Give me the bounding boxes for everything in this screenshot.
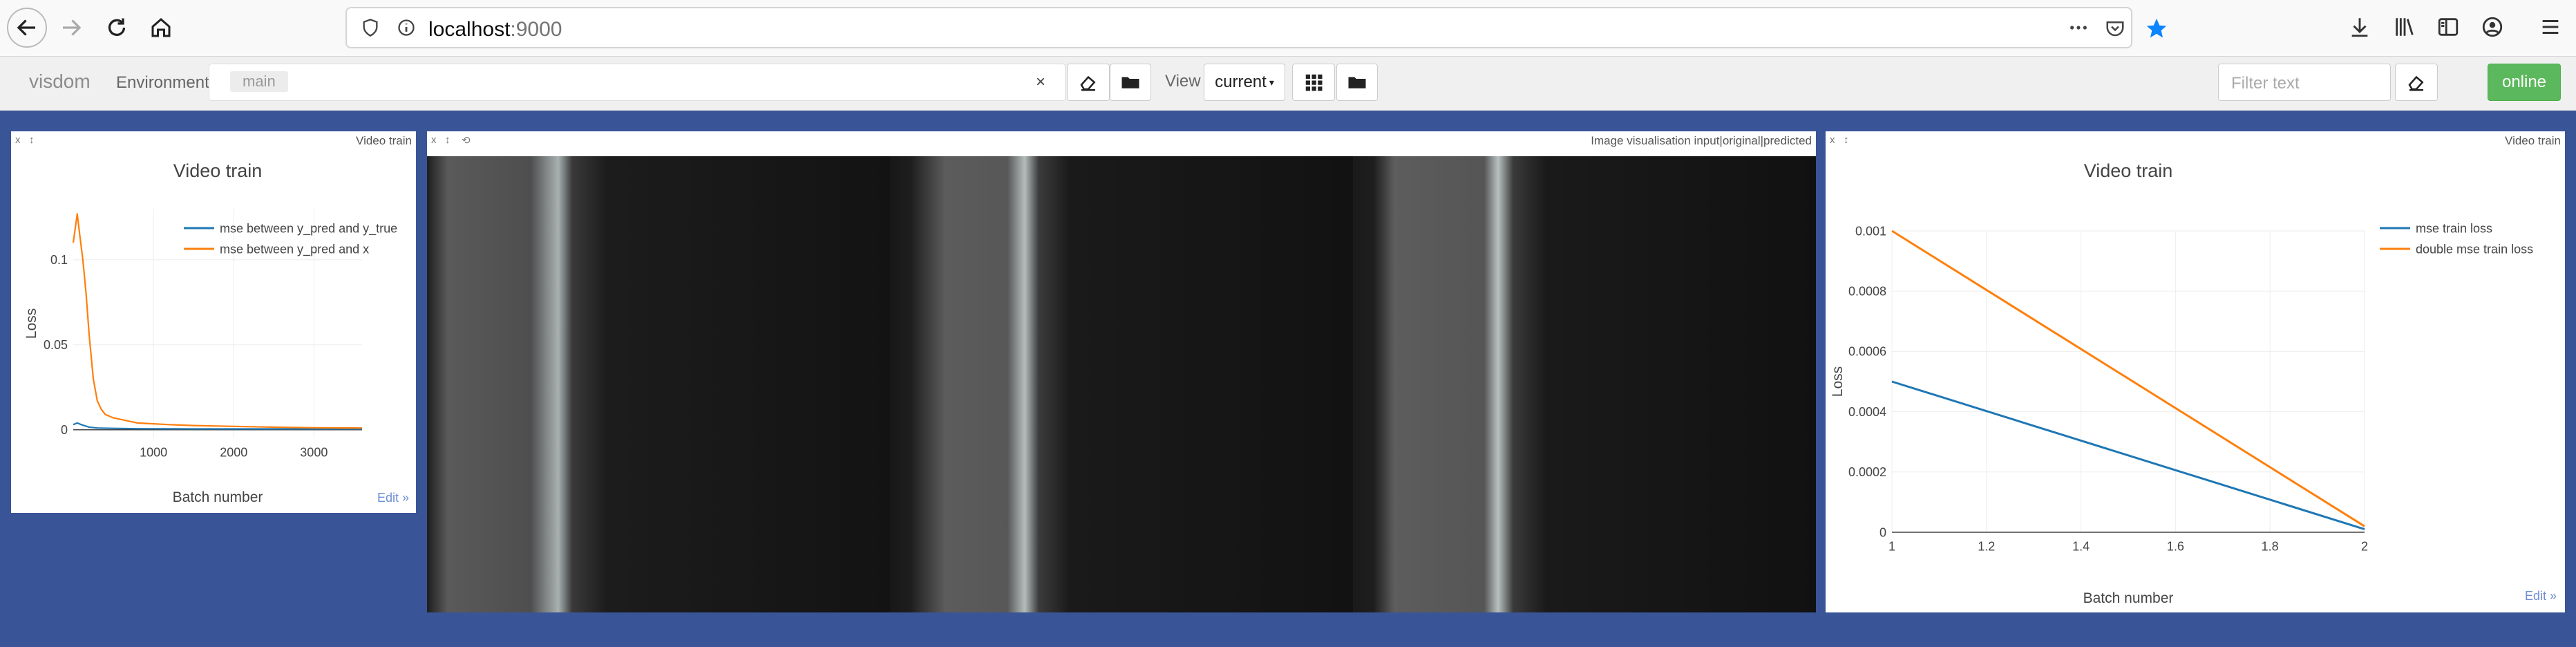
pane-reset-button[interactable]: ⟲: [462, 134, 471, 147]
pane-video-train-1: x ↕ Video train Video train 1000 2000 3000 0…: [11, 131, 416, 513]
environment-clear-button[interactable]: ×: [1036, 73, 1045, 92]
menu-icon[interactable]: [2539, 15, 2562, 39]
shield-icon[interactable]: [361, 18, 380, 37]
x-tick-label: 2: [2361, 540, 2368, 554]
caret-down-icon: ▾: [1269, 76, 1274, 88]
clear-env-button[interactable]: [1067, 64, 1110, 101]
x-tick-label: 1.6: [2167, 540, 2184, 554]
star-icon[interactable]: [2145, 17, 2168, 40]
legend-entry: mse between y_pred and y_true: [220, 221, 397, 236]
url-port: :9000: [510, 18, 562, 41]
x-tick-label: 1000: [140, 446, 167, 460]
filter-text-input[interactable]: Filter text: [2218, 64, 2391, 101]
pane-drag-handle[interactable]: ↕: [445, 134, 451, 146]
x-tick-label: 1.2: [1978, 540, 1995, 554]
pane-video-train-2: x ↕ Video train Video train 1 1.2 1.4 1.6 1.8…: [1826, 131, 2565, 612]
environment-select[interactable]: main ×: [209, 64, 1066, 101]
environment-label: Environment: [116, 73, 209, 92]
edit-link[interactable]: Edit »: [377, 491, 409, 505]
eraser-icon: [1080, 75, 1096, 91]
y-tick-label: 0.05: [44, 338, 68, 352]
grid-icon: [1305, 74, 1323, 91]
url-bar[interactable]: localhost:9000: [345, 7, 2167, 48]
info-icon[interactable]: [397, 18, 416, 37]
y-tick-label: 0.0006: [1848, 345, 1886, 359]
url-host: localhost: [428, 18, 511, 41]
repack-button[interactable]: [1292, 64, 1335, 101]
y-tick-label: 0: [61, 423, 68, 437]
visdom-brand: visdom: [29, 71, 91, 92]
y-tick-label: 0.0008: [1848, 285, 1886, 299]
series-line-1: [1891, 380, 2365, 531]
chart-title: Video train: [2084, 160, 2173, 181]
chart-title: Video train: [173, 160, 263, 181]
y-axis-label: Loss: [1830, 366, 1846, 397]
home-icon: [151, 18, 171, 37]
reload-icon: [108, 18, 126, 36]
manage-env-button[interactable]: [1110, 64, 1151, 101]
y-tick-label: 0.001: [1855, 224, 1886, 238]
library-icon[interactable]: [2392, 15, 2417, 39]
chart-video-train-2[interactable]: Video train 1 1.2 1.4 1.6 1.8 2 0 0.0002 0.0004 0.…: [1826, 131, 2565, 612]
x-axis-label: Batch number: [173, 489, 263, 505]
image-input: [427, 156, 890, 612]
series-line-2: [1891, 229, 2365, 527]
legend-entry: mse train loss: [2416, 221, 2492, 235]
forward-button[interactable]: [51, 8, 91, 48]
view-label: View: [1165, 72, 1201, 91]
chart-video-train-1[interactable]: Video train 1000 2000 3000 0 0.05 0.1 Batch num…: [11, 131, 416, 513]
more-icon[interactable]: [2067, 18, 2090, 37]
forward-arrow-icon: [63, 19, 82, 36]
folder-icon: [1121, 77, 1139, 88]
reload-button[interactable]: [97, 8, 137, 48]
x-tick-label: 3000: [300, 446, 328, 460]
y-tick-label: 0.0002: [1848, 465, 1886, 479]
folder-icon: [1348, 77, 1366, 88]
y-axis-label: Loss: [23, 308, 39, 339]
legend-entry: mse between y_pred and x: [220, 242, 369, 256]
pane-header[interactable]: x ↕ ⟲ Image visualisation input|original…: [427, 131, 1816, 152]
pane-image-visualisation: x ↕ ⟲ Image visualisation input|original…: [427, 131, 1816, 612]
url-text: localhost:9000: [428, 18, 562, 41]
online-status-button[interactable]: online: [2488, 64, 2561, 101]
clear-filter-button[interactable]: [2395, 64, 2438, 101]
x-tick-label: 2000: [220, 446, 247, 460]
pocket-icon[interactable]: [2105, 18, 2125, 39]
back-arrow-icon: [17, 19, 35, 36]
account-icon[interactable]: [2481, 15, 2504, 39]
edit-link[interactable]: Edit »: [2525, 589, 2557, 603]
pane-title: Image visualisation input|original|predi…: [1591, 134, 1812, 147]
home-button[interactable]: [141, 8, 181, 48]
x-tick-label: 1.8: [2262, 540, 2279, 554]
x-tick-label: 1: [1888, 540, 1895, 554]
view-value: current: [1215, 73, 1267, 91]
y-tick-label: 0.1: [50, 253, 68, 267]
view-select[interactable]: current ▾: [1204, 64, 1285, 101]
image-original: [890, 156, 1353, 612]
y-tick-label: 0: [1879, 525, 1886, 539]
visdom-toolbar: visdom Environment main × View current ▾ …: [0, 57, 2576, 111]
sidebar-icon[interactable]: [2436, 15, 2460, 39]
back-button[interactable]: [7, 8, 47, 48]
environment-tag[interactable]: main: [230, 71, 288, 92]
x-tick-label: 1.4: [2072, 540, 2090, 554]
legend-entry: double mse train loss: [2416, 242, 2533, 256]
pane-close-button[interactable]: x: [431, 134, 437, 146]
image-predicted: [1353, 156, 1816, 612]
eraser-icon: [2408, 75, 2424, 91]
x-axis-label: Batch number: [2083, 590, 2174, 606]
image-strip: [427, 156, 1816, 612]
manage-views-button[interactable]: [1336, 64, 1378, 101]
download-icon[interactable]: [2348, 15, 2371, 39]
browser-toolbar: localhost:9000: [0, 0, 2576, 57]
y-tick-label: 0.0004: [1848, 405, 1886, 419]
